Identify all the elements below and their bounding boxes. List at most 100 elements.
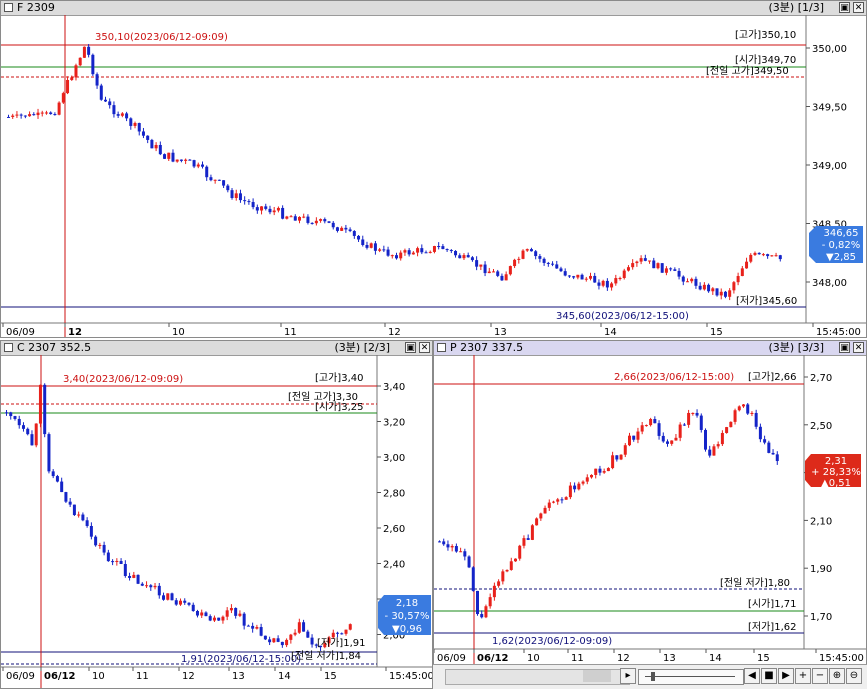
tag-prev-low: [전일 저가]1,80 xyxy=(720,577,790,589)
candle xyxy=(593,275,597,283)
maximize-icon[interactable]: ▣ xyxy=(405,342,416,353)
candle xyxy=(340,633,344,635)
candle xyxy=(740,268,744,277)
candle xyxy=(737,406,741,411)
candle xyxy=(264,206,268,209)
candle xyxy=(104,99,107,102)
candle xyxy=(331,222,335,228)
candle xyxy=(462,255,466,259)
zoom-thumb[interactable] xyxy=(651,672,655,681)
candle xyxy=(108,101,112,106)
panel-title: F 2309 xyxy=(17,1,55,14)
candle xyxy=(681,276,685,282)
close-icon[interactable]: ✕ xyxy=(853,342,864,353)
candle xyxy=(378,249,382,251)
candle xyxy=(119,560,123,564)
candle xyxy=(518,545,522,559)
candle xyxy=(719,291,723,296)
panel-interval: (3분) [2/3] xyxy=(334,341,390,354)
candle xyxy=(365,245,369,248)
checkbox-icon[interactable] xyxy=(437,343,446,352)
zoom-out-icon[interactable]: − xyxy=(812,668,828,684)
chart-area[interactable]: 2,66(2023/06/12-15:00) 1,62(2023/06/12-0… xyxy=(434,355,866,664)
candle xyxy=(635,261,639,264)
candle xyxy=(302,622,306,632)
candle xyxy=(128,575,132,578)
close-icon[interactable]: ✕ xyxy=(853,2,864,13)
tag-prev-low: [전일 저가]1,84 xyxy=(291,650,361,662)
candle xyxy=(132,574,136,578)
candle xyxy=(140,583,144,586)
candle xyxy=(87,46,91,55)
candle xyxy=(123,563,127,576)
candle xyxy=(111,561,115,563)
candle xyxy=(546,262,550,264)
candle xyxy=(610,283,614,288)
zoom-fit-icon[interactable]: ⊖ xyxy=(846,668,862,684)
candle xyxy=(470,257,474,261)
chart-area[interactable]: 350,10(2023/06/12-09:09) 345,60(2023/06/… xyxy=(1,15,866,337)
candle xyxy=(373,243,377,251)
chart-area[interactable]: 3,40(2023/06/12-09:09) 1,91(2023/06/12-1… xyxy=(1,355,432,688)
candle xyxy=(246,625,250,627)
candle xyxy=(628,435,631,446)
panel-interval: (3분) [3/3] xyxy=(768,341,824,354)
price-badge: 346,65 - 0,82% ▼2,85 xyxy=(809,226,863,263)
y-tick-label: 3,00 xyxy=(383,453,405,464)
candle xyxy=(70,77,74,80)
checkbox-icon[interactable] xyxy=(4,343,13,352)
candle xyxy=(125,113,129,119)
candle xyxy=(191,604,195,612)
candle xyxy=(361,239,365,246)
candle xyxy=(217,179,221,181)
x-tick-label: 10 xyxy=(172,327,185,337)
candle xyxy=(95,74,99,86)
candle xyxy=(66,79,70,94)
candle xyxy=(763,439,767,443)
candle xyxy=(49,112,53,115)
candle xyxy=(19,114,23,116)
x-tick-label: 14 xyxy=(709,653,722,664)
panel-titlebar[interactable]: C 2307 352.5 (3분) [2/3] ▣ ✕ xyxy=(1,341,432,356)
candle xyxy=(221,616,225,621)
candle xyxy=(187,602,191,605)
panel-titlebar[interactable]: F 2309 (3분) [1/3] ▣ ✕ xyxy=(1,1,866,16)
close-icon[interactable]: ✕ xyxy=(419,342,430,353)
scroll-right-icon[interactable]: ▸ xyxy=(620,668,636,684)
candle xyxy=(34,423,38,446)
panel-titlebar[interactable]: P 2307 337.5 (3분) [3/3] ▣ ✕ xyxy=(434,341,866,356)
play-icon[interactable]: ▶ xyxy=(778,668,794,684)
zoom-reset-icon[interactable]: ⊕ xyxy=(829,668,845,684)
candle xyxy=(234,193,238,199)
candle xyxy=(314,220,318,224)
candle xyxy=(293,632,297,635)
candle xyxy=(720,432,724,445)
candle xyxy=(496,271,500,276)
candle xyxy=(479,264,483,267)
maximize-icon[interactable]: ▣ xyxy=(839,2,850,13)
candle xyxy=(678,424,682,438)
candle xyxy=(682,424,686,426)
candle xyxy=(196,164,200,167)
candle xyxy=(733,410,737,422)
candle xyxy=(280,641,284,646)
candle xyxy=(753,252,757,255)
candle xyxy=(51,471,55,477)
badge-price: 2,18 xyxy=(396,598,418,609)
candle xyxy=(677,270,681,277)
zoom-slider[interactable] xyxy=(638,669,744,685)
candle xyxy=(40,112,44,114)
y-tick-label: 1,90 xyxy=(810,564,832,575)
candle xyxy=(166,593,170,600)
candle xyxy=(53,114,57,116)
candle xyxy=(222,180,226,186)
zoom-in-icon[interactable]: + xyxy=(795,668,811,684)
candle xyxy=(94,536,98,546)
checkbox-icon[interactable] xyxy=(4,3,13,12)
play-back-icon[interactable]: ◀ xyxy=(744,668,760,684)
candle xyxy=(568,485,572,498)
stop-icon[interactable]: ■ xyxy=(761,668,777,684)
scroll-thumb[interactable] xyxy=(583,670,611,682)
candle xyxy=(44,112,48,114)
maximize-icon[interactable]: ▣ xyxy=(839,342,850,353)
